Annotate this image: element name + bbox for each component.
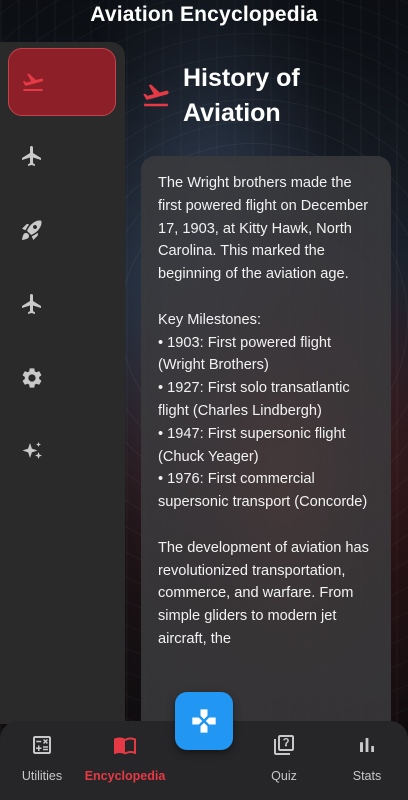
rocket-icon [22,220,42,240]
sidebar-item-space[interactable] [8,196,116,264]
tab-stats[interactable]: Stats [343,733,391,783]
flight-takeoff-icon [143,84,169,107]
airplane-icon [22,294,41,314]
milestone-item: • 1927: First solo transatlantic flight … [158,380,350,419]
milestone-item: • 1947: First supersonic flight (Chuck Y… [158,425,346,465]
sidebar [0,42,125,724]
games-fab-button[interactable] [175,692,233,750]
sidebar-item-airlines[interactable] [8,270,116,338]
closing-paragraph: The development of aviation has revoluti… [158,539,369,647]
airplane-icon [22,146,41,166]
sidebar-item-aircraft[interactable] [8,122,116,190]
sidebar-item-trivia[interactable] [8,418,116,486]
calculator-icon [33,736,51,754]
tab-quiz[interactable]: Quiz [260,733,308,783]
sparkle-icon [22,442,42,459]
tab-encyclopedia[interactable]: Encyclopedia [84,733,166,783]
tab-label: Encyclopedia [84,769,166,783]
tab-utilities[interactable]: Utilities [18,733,66,783]
app-title: Aviation Encyclopedia [90,3,318,26]
bar-chart-icon [360,738,374,752]
sidebar-item-technology[interactable] [8,344,116,412]
gamepad-icon [192,709,216,733]
book-icon [114,737,136,755]
quiz-icon [274,735,294,755]
intro-paragraph: The Wright brothers made the first power… [158,175,369,283]
tab-label: Stats [352,769,382,783]
section-title: History of Aviation [183,64,300,127]
milestones-heading: Key Milestones: [158,311,262,328]
content-card[interactable]: The Wright brothers made the first power… [141,156,391,756]
milestone-item: • 1976: First commercial supersonic tran… [158,471,368,511]
milestone-item: • 1903: First powered flight (Wright Bro… [158,334,332,374]
sidebar-item-history[interactable] [8,48,116,116]
tab-label: Utilities [21,769,63,783]
tab-label: Quiz [271,769,297,783]
flight-takeoff-icon [22,73,44,91]
gear-icon [22,368,42,388]
